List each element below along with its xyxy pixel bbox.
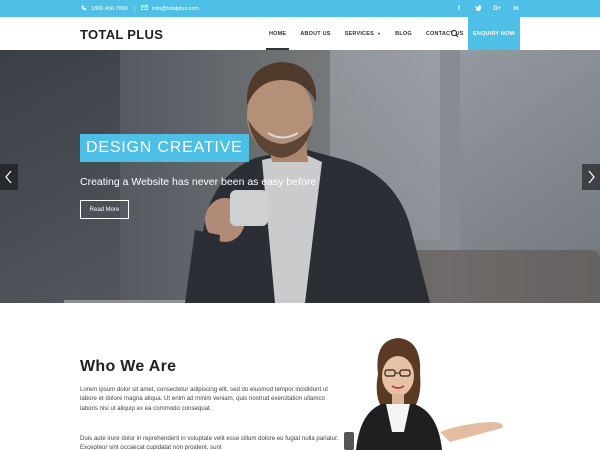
nav-item-blog[interactable]: BLOG xyxy=(388,17,419,50)
email-address[interactable]: info@totalplus.com xyxy=(152,6,199,12)
section-title: Who We Are xyxy=(80,358,177,375)
linkedin-icon[interactable]: in xyxy=(512,6,520,12)
main-nav: HOME ABOUT US SERVICES ▼ BLOG CONTACT US xyxy=(262,17,471,50)
hero-slider: DESIGN CREATIVE Creating a Website has n… xyxy=(0,50,600,303)
nav-item-about[interactable]: ABOUT US xyxy=(293,17,337,50)
nav-item-services[interactable]: SERVICES ▼ xyxy=(338,17,389,50)
nav-label: BLOG xyxy=(395,30,412,37)
envelope-icon xyxy=(141,4,149,12)
nav-label: HOME xyxy=(269,30,287,37)
twitter-icon[interactable] xyxy=(474,4,482,13)
read-more-button[interactable]: Read More xyxy=(80,200,129,219)
nav-label: SERVICES xyxy=(344,30,374,37)
chevron-left-icon[interactable] xyxy=(0,164,18,190)
social-links: f G+ in xyxy=(455,0,520,17)
phone-icon xyxy=(80,5,87,13)
nav-item-home[interactable]: HOME xyxy=(262,17,293,50)
about-paragraph: Lorem ipsum dolor sit amet, consectetur … xyxy=(80,386,328,412)
site-logo[interactable]: TOTAL PLUS xyxy=(80,27,163,42)
google-plus-icon[interactable]: G+ xyxy=(493,6,501,12)
facebook-icon[interactable]: f xyxy=(455,6,463,12)
hero-tag: DESIGN CREATIVE xyxy=(80,134,249,162)
woman-image xyxy=(344,338,503,450)
enquiry-now-button[interactable]: ENQUIRY NOW xyxy=(468,17,520,50)
phone-number[interactable]: 1800 456 7890 xyxy=(91,6,128,12)
nav-label: ABOUT US xyxy=(300,30,331,37)
site-header: TOTAL PLUS HOME ABOUT US SERVICES ▼ BLOG … xyxy=(0,17,600,50)
contact-info: 1800 456 7890 | info@totalplus.com xyxy=(80,0,199,17)
about-paragraph: Duis aute irure dolor in reprehenderit i… xyxy=(80,435,339,450)
separator: | xyxy=(133,5,136,12)
nav-item-contact[interactable]: CONTACT US xyxy=(419,17,471,50)
hero-subtitle: Creating a Website has never been as eas… xyxy=(80,176,317,188)
chevron-right-icon[interactable] xyxy=(582,164,600,190)
search-icon[interactable] xyxy=(449,27,461,39)
top-bar: 1800 456 7890 | info@totalplus.com f G+ … xyxy=(0,0,600,17)
chevron-down-icon: ▼ xyxy=(376,31,382,36)
